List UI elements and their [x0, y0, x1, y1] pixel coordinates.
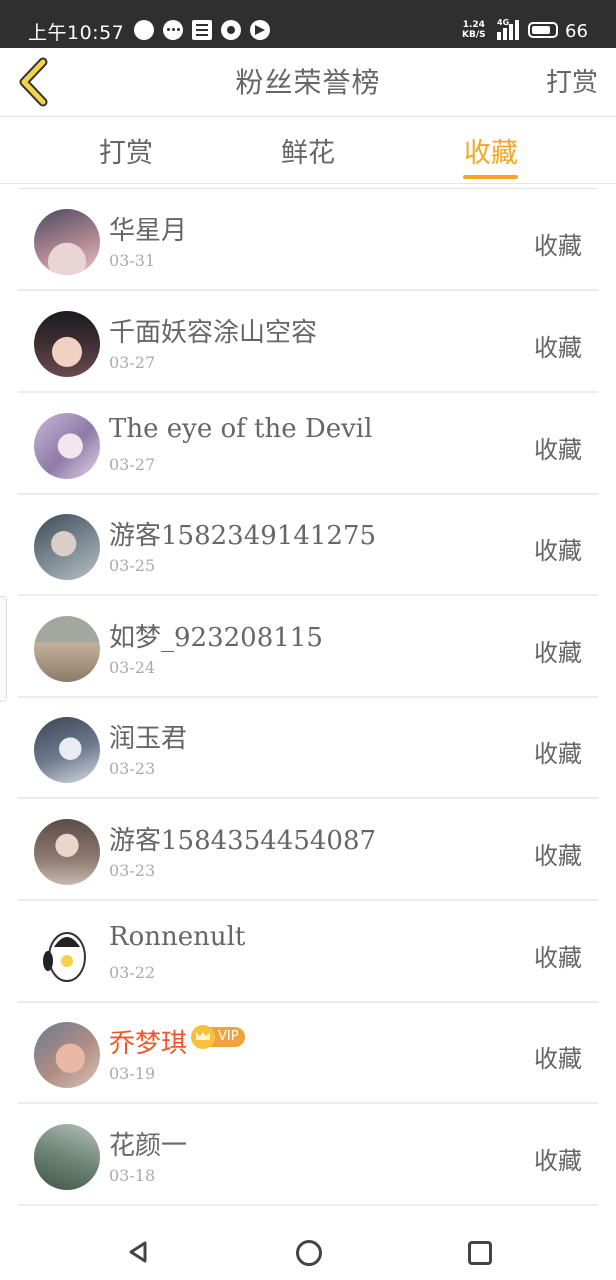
tab-favorites[interactable]: 收藏 [431, 131, 551, 170]
app-header: 粉丝荣誉榜 打赏 [0, 48, 616, 117]
fan-date: 03-31 [109, 251, 156, 270]
list-item[interactable]: 游客1584354454087 03-23 收藏 [18, 800, 598, 901]
fan-action: 收藏 [534, 334, 582, 362]
battery-icon [528, 22, 558, 38]
navigation-icon [250, 20, 270, 40]
avatar[interactable] [34, 1022, 100, 1088]
fan-date: 03-19 [109, 1064, 156, 1083]
tab-bar: 打赏 鲜花 收藏 [0, 117, 616, 184]
fan-date: 03-24 [109, 658, 156, 677]
fan-name: 润玉君 [109, 724, 188, 754]
fan-list[interactable]: 华星月 03-31 收藏 千面妖容涂山空容 03-27 收藏 The eye o… [0, 188, 616, 1226]
penguin-avatar [34, 921, 100, 987]
tab-flowers[interactable]: 鲜花 [248, 131, 368, 170]
avatar[interactable] [34, 921, 100, 987]
side-drawer-handle[interactable] [0, 596, 7, 702]
fan-date: 03-27 [109, 455, 156, 474]
fan-name: 游客1582349141275 [109, 521, 377, 551]
avatar[interactable] [34, 413, 100, 479]
list-item[interactable]: Ronnenult 03-22 收藏 [18, 902, 598, 1003]
home-circle-icon[interactable] [296, 1240, 322, 1266]
list-item[interactable]: 乔梦琪 VIP 03-19 收藏 [18, 1003, 598, 1104]
avatar[interactable] [34, 819, 100, 885]
avatar[interactable] [34, 717, 100, 783]
fan-name: 如梦_923208115 [109, 623, 323, 653]
fan-action: 收藏 [534, 537, 582, 565]
avatar[interactable] [34, 1124, 100, 1190]
fan-name: 游客1584354454087 [109, 826, 377, 856]
fan-name: Ronnenult [109, 922, 246, 952]
fan-action: 收藏 [534, 1147, 582, 1175]
signal-icon: 4G [497, 18, 521, 40]
fan-action: 收藏 [534, 436, 582, 464]
back-triangle-icon[interactable] [126, 1240, 150, 1264]
recent-apps-icon[interactable] [468, 1241, 492, 1265]
crown-icon [191, 1025, 216, 1049]
tab-reward[interactable]: 打赏 [66, 131, 186, 170]
fan-action: 收藏 [534, 944, 582, 972]
list-item[interactable]: 千面妖容涂山空容 03-27 收藏 [18, 292, 598, 393]
fan-name: 华星月 [109, 216, 188, 246]
message-icon [163, 20, 183, 40]
fan-name: 花颜一 [109, 1131, 188, 1161]
fan-action: 收藏 [534, 740, 582, 768]
fan-date: 03-27 [109, 353, 156, 372]
battery-level: 66 [565, 21, 588, 42]
reward-button[interactable]: 打赏 [546, 62, 598, 99]
notification-icons [134, 20, 270, 40]
list-item[interactable]: 润玉君 03-23 收藏 [18, 698, 598, 799]
list-item-partial[interactable] [18, 1207, 598, 1226]
speed-unit: KB/S [462, 30, 486, 40]
fan-date: 03-23 [109, 759, 156, 778]
network-speed: 1.24 KB/S [462, 20, 486, 40]
fan-name: 千面妖容涂山空容 [109, 318, 318, 348]
list-item[interactable]: 游客1582349141275 03-25 收藏 [18, 495, 598, 596]
fan-action: 收藏 [534, 232, 582, 260]
vip-badge: VIP [191, 1025, 245, 1049]
avatar[interactable] [34, 209, 100, 275]
status-time: 上午10:57 [28, 22, 125, 44]
fan-action: 收藏 [534, 842, 582, 870]
page-title: 粉丝荣誉榜 [235, 66, 381, 99]
network-type: 4G [497, 18, 510, 27]
status-bar: 上午10:57 1.24 KB/S 4G 66 [0, 0, 616, 48]
fan-action: 收藏 [534, 639, 582, 667]
document-icon [192, 20, 212, 40]
divider [18, 188, 598, 189]
speed-value: 1.24 [462, 20, 485, 30]
fan-date: 03-18 [109, 1166, 156, 1185]
app-notification-icon [221, 20, 241, 40]
list-item[interactable]: The eye of the Devil 03-27 收藏 [18, 394, 598, 495]
vip-fan-name: 乔梦琪 [109, 1029, 188, 1059]
fan-date: 03-25 [109, 556, 156, 575]
fan-date: 03-22 [109, 963, 156, 982]
list-item[interactable]: 如梦_923208115 03-24 收藏 [18, 597, 598, 698]
active-tab-indicator [463, 175, 518, 179]
fan-name: 乔梦琪 VIP [109, 1023, 245, 1060]
list-item[interactable]: 花颜一 03-18 收藏 [18, 1105, 598, 1206]
list-item[interactable]: 华星月 03-31 收藏 [18, 190, 598, 291]
fan-action: 收藏 [534, 1045, 582, 1073]
avatar[interactable] [34, 616, 100, 682]
fan-name: The eye of the Devil [109, 414, 373, 444]
avatar[interactable] [34, 514, 100, 580]
fan-date: 03-23 [109, 861, 156, 880]
avatar[interactable] [34, 311, 100, 377]
chat-bubble-icon [134, 20, 154, 40]
system-nav-bar [0, 1226, 616, 1280]
